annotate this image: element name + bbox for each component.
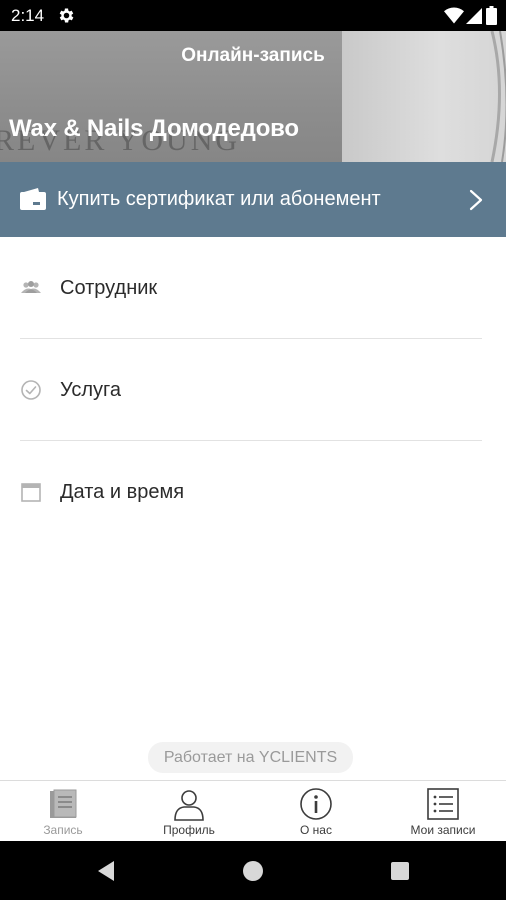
select-service-row[interactable]: Услуга xyxy=(0,340,506,440)
status-bar: 2:14 xyxy=(0,0,506,31)
tab-my-bookings[interactable]: Мои записи xyxy=(380,781,506,842)
buy-certificate-button[interactable]: Купить сертификат или абонемент xyxy=(0,162,506,237)
back-icon[interactable] xyxy=(96,860,116,882)
info-icon xyxy=(300,788,332,820)
staff-label: Сотрудник xyxy=(60,277,158,299)
recents-icon[interactable] xyxy=(391,862,409,880)
powered-by-badge[interactable]: Работает на YCLIENTS xyxy=(148,742,353,773)
tab-about[interactable]: О нас xyxy=(253,781,379,842)
tab-booking-label: Запись xyxy=(43,823,83,837)
system-nav-bar xyxy=(0,841,506,900)
tab-my-bookings-label: Мои записи xyxy=(410,823,476,837)
buy-certificate-label: Купить сертификат или абонемент xyxy=(57,188,381,210)
select-datetime-row[interactable]: Дата и время xyxy=(0,442,506,542)
check-circle-icon xyxy=(21,380,41,400)
wifi-icon xyxy=(444,7,464,24)
tab-booking[interactable]: Запись xyxy=(0,781,126,842)
people-icon xyxy=(21,281,41,293)
salon-name: Wax & Nails Домодедово xyxy=(9,115,299,142)
list-icon xyxy=(427,788,459,820)
divider xyxy=(20,338,482,339)
datetime-label: Дата и время xyxy=(60,481,185,503)
book-icon xyxy=(50,789,77,818)
chevron-right-icon xyxy=(469,189,483,211)
tab-about-label: О нас xyxy=(300,823,332,837)
status-time: 2:14 xyxy=(11,6,45,25)
tab-profile[interactable]: Профиль xyxy=(126,781,252,842)
tab-profile-label: Профиль xyxy=(163,823,215,837)
battery-icon xyxy=(486,6,497,25)
service-label: Услуга xyxy=(60,379,122,401)
header-banner: REVER YOUNG Онлайн-запись Wax & Nails До… xyxy=(0,31,506,162)
bottom-tab-bar: Запись Профиль О нас Мои записи xyxy=(0,780,506,841)
person-icon xyxy=(174,790,204,821)
divider xyxy=(20,440,482,441)
calendar-icon xyxy=(21,483,41,502)
gear-icon xyxy=(59,8,74,23)
signal-icon xyxy=(466,8,482,24)
page-title: Онлайн-запись xyxy=(181,45,325,66)
home-icon[interactable] xyxy=(243,861,263,881)
select-staff-row[interactable]: Сотрудник xyxy=(0,238,506,338)
wallet-icon xyxy=(20,188,46,210)
